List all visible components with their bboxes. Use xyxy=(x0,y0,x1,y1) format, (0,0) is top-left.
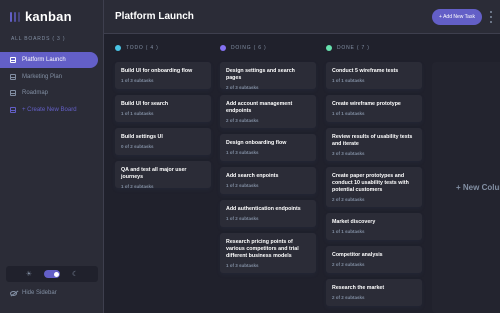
task-title: Competitor analysis xyxy=(332,252,383,258)
task-subtasks: 2 of 2 subtasks xyxy=(332,196,365,202)
sidebar-item-roadmap[interactable]: Roadmap xyxy=(0,85,98,101)
task-subtasks: 1 of 2 subtasks xyxy=(226,182,259,188)
task-title: Conduct 5 wireframe tests xyxy=(332,68,399,74)
task-title: Research pricing points of various compe… xyxy=(226,239,299,259)
create-new-board-button[interactable]: + Create New Board xyxy=(0,102,98,118)
new-column-label: + New Column xyxy=(456,183,500,192)
column-header: DOING ( 6 ) xyxy=(220,44,316,52)
task-card[interactable]: Add account management endpoints 2 of 3 … xyxy=(220,95,316,128)
task-title: Create wireframe prototype xyxy=(332,101,401,107)
board-icon xyxy=(10,90,16,96)
kebab-menu-icon[interactable] xyxy=(489,11,493,23)
task-subtasks: 1 of 1 subtasks xyxy=(332,77,365,83)
add-new-task-button[interactable]: + Add New Task xyxy=(432,9,482,25)
page-title: Platform Launch xyxy=(115,11,194,22)
task-card[interactable]: Review results of usability tests and it… xyxy=(326,128,422,161)
task-subtasks: 1 of 3 subtasks xyxy=(226,262,259,268)
header: Platform Launch + Add New Task xyxy=(104,0,500,34)
task-card[interactable]: Market discovery 1 of 1 subtasks xyxy=(326,213,422,240)
task-subtasks: 2 of 2 subtasks xyxy=(332,261,365,267)
column-header: DONE ( 7 ) xyxy=(326,44,422,52)
sidebar-item-marketing-plan[interactable]: Marketing Plan xyxy=(0,69,98,85)
sidebar-item-label: Platform Launch xyxy=(22,57,66,63)
theme-switch[interactable] xyxy=(44,270,60,278)
hide-sidebar-label: Hide Sidebar xyxy=(22,290,57,296)
task-title: Build settings UI xyxy=(121,134,163,140)
column-label: TODO ( 4 ) xyxy=(126,45,159,51)
task-card[interactable]: Design onboarding flow 1 of 3 subtasks xyxy=(220,134,316,161)
task-card[interactable]: Add authentication endpoints 1 of 2 subt… xyxy=(220,200,316,227)
task-subtasks: 3 of 3 subtasks xyxy=(332,150,365,156)
task-card[interactable]: Build settings UI 0 of 2 subtasks xyxy=(115,128,211,155)
task-card[interactable]: Build UI for onboarding flow 1 of 3 subt… xyxy=(115,62,211,89)
task-title: Add search enpoints xyxy=(226,173,279,179)
task-card[interactable]: Add search enpoints 1 of 2 subtasks xyxy=(220,167,316,194)
task-subtasks: 2 of 3 subtasks xyxy=(226,84,259,90)
column-doing: DOING ( 6 ) Design settings and search p… xyxy=(220,44,316,273)
logo-text: kanban xyxy=(25,9,72,24)
task-card[interactable]: Conduct 5 wireframe tests 1 of 1 subtask… xyxy=(326,62,422,89)
task-title: Market discovery xyxy=(332,219,376,225)
board-icon xyxy=(10,57,16,63)
logo: kanban xyxy=(10,9,72,24)
moon-icon: ☾ xyxy=(72,271,79,278)
status-dot xyxy=(115,45,121,51)
task-title: Review results of usability tests and it… xyxy=(332,134,413,147)
board-icon xyxy=(10,106,16,113)
task-subtasks: 1 of 1 subtasks xyxy=(121,110,154,116)
sidebar: kanban ALL BOARDS ( 3 ) Platform Launch … xyxy=(0,0,104,313)
task-title: Build UI for onboarding flow xyxy=(121,68,193,74)
task-subtasks: 2 of 3 subtasks xyxy=(226,117,259,123)
sidebar-item-label: Marketing Plan xyxy=(22,73,63,80)
task-title: Research the market xyxy=(332,285,385,291)
task-title: Add authentication endpoints xyxy=(226,206,301,212)
task-title: Design onboarding flow xyxy=(226,140,287,146)
task-title: QA and test all major user journeys xyxy=(121,167,187,180)
theme-toggle: ☀ ☾ xyxy=(6,266,98,282)
task-subtasks: 2 of 2 subtasks xyxy=(332,294,365,300)
new-column-button[interactable]: + New Column xyxy=(432,62,500,313)
column-done: DONE ( 7 ) Conduct 5 wireframe tests 1 o… xyxy=(326,44,422,306)
board-list: Platform Launch Marketing Plan Roadmap +… xyxy=(0,52,98,118)
task-subtasks: 1 of 2 subtasks xyxy=(121,183,154,189)
task-subtasks: 0 of 2 subtasks xyxy=(121,143,154,149)
status-dot xyxy=(326,45,332,51)
task-subtasks: 1 of 2 subtasks xyxy=(226,215,259,221)
task-card[interactable]: Research the market 2 of 2 subtasks xyxy=(326,279,422,306)
task-card[interactable]: Research pricing points of various compe… xyxy=(220,233,316,273)
sidebar-item-platform-launch[interactable]: Platform Launch xyxy=(0,52,98,68)
hide-sidebar-button[interactable]: Hide Sidebar xyxy=(10,290,57,296)
task-card[interactable]: QA and test all major user journeys 1 of… xyxy=(115,161,211,189)
task-title: Build UI for search xyxy=(121,101,169,107)
column-todo: TODO ( 4 ) Build UI for onboarding flow … xyxy=(115,44,211,189)
task-title: Create paper prototypes and conduct 10 u… xyxy=(332,173,409,193)
task-subtasks: 1 of 3 subtasks xyxy=(226,149,259,155)
task-card[interactable]: Create paper prototypes and conduct 10 u… xyxy=(326,167,422,207)
task-subtasks: 1 of 1 subtasks xyxy=(332,228,365,234)
column-header: TODO ( 4 ) xyxy=(115,44,211,52)
task-card[interactable]: Design settings and search pages 2 of 3 … xyxy=(220,62,316,90)
boards-heading: ALL BOARDS ( 3 ) xyxy=(11,36,66,42)
task-card[interactable]: Competitor analysis 2 of 2 subtasks xyxy=(326,246,422,273)
kanban-logo-icon xyxy=(10,11,20,22)
eye-slash-icon xyxy=(10,290,17,296)
task-title: Design settings and search pages xyxy=(226,68,295,81)
task-card[interactable]: Create wireframe prototype 1 of 1 subtas… xyxy=(326,95,422,122)
status-dot xyxy=(220,45,226,51)
sidebar-item-label: Roadmap xyxy=(22,90,49,96)
task-title: Add account management endpoints xyxy=(226,101,293,114)
task-card[interactable]: Build UI for search 1 of 1 subtasks xyxy=(115,95,211,122)
task-subtasks: 1 of 1 subtasks xyxy=(332,110,365,116)
board-icon xyxy=(10,73,16,80)
sun-icon: ☀ xyxy=(25,271,32,278)
create-board-label: + Create New Board xyxy=(22,106,77,113)
column-label: DOING ( 6 ) xyxy=(231,45,267,51)
task-subtasks: 1 of 3 subtasks xyxy=(121,77,154,83)
column-label: DONE ( 7 ) xyxy=(337,45,370,51)
